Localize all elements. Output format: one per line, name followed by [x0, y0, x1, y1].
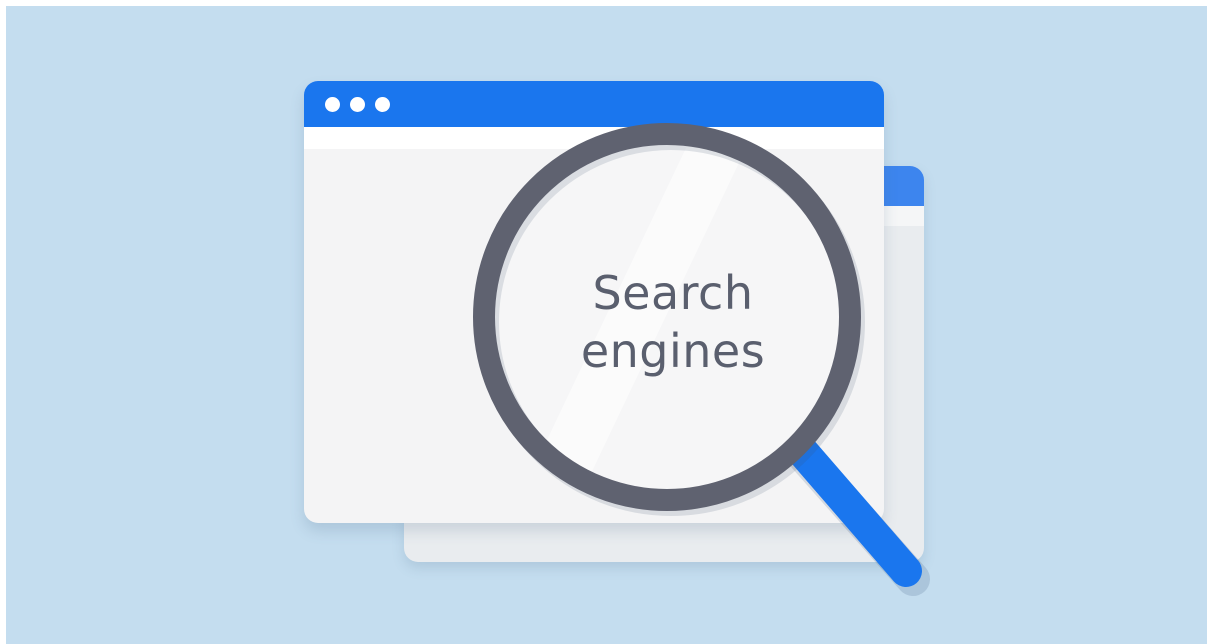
lens-caption: Search engines — [573, 264, 773, 380]
illustration-canvas: Search engines — [6, 6, 1207, 644]
lens-caption-line-1: Search — [592, 266, 754, 320]
magnifier-handle — [780, 428, 922, 587]
lens-caption-line-2: engines — [580, 324, 766, 378]
